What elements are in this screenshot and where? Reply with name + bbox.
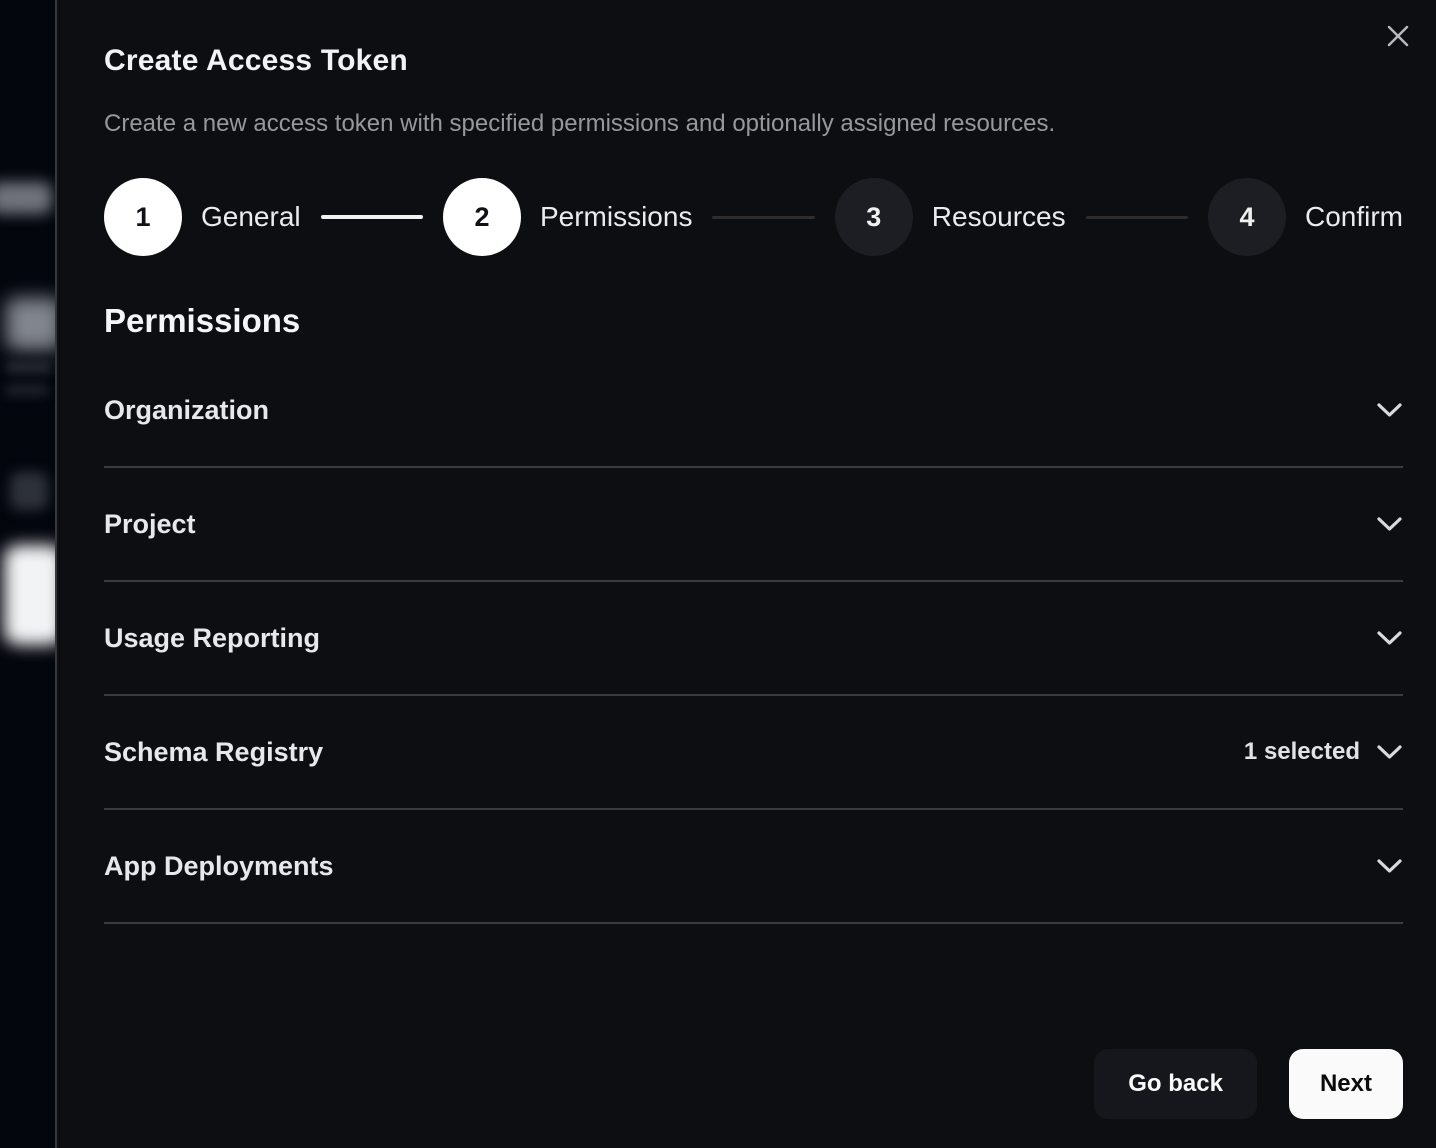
chevron-down-icon — [1376, 402, 1403, 419]
background-blur-shape — [6, 298, 62, 350]
permissions-heading: Permissions — [104, 302, 1403, 340]
dialog-subtitle: Create a new access token with specified… — [104, 110, 1403, 138]
permission-section-project[interactable]: Project — [104, 468, 1403, 582]
selected-count-badge: 1 selected — [1244, 738, 1360, 766]
step-label: Resources — [932, 201, 1066, 233]
stepper-step-confirm: 4 Confirm — [1208, 178, 1403, 256]
stepper-step-resources: 3 Resources — [835, 178, 1066, 256]
chevron-down-icon — [1376, 858, 1403, 875]
step-connector — [712, 216, 814, 219]
permission-section-app-deployments[interactable]: App Deployments — [104, 810, 1403, 924]
go-back-button[interactable]: Go back — [1094, 1049, 1257, 1119]
permission-section-label: Schema Registry — [104, 737, 323, 768]
background-blur-shape — [10, 472, 48, 510]
permission-section-label: Usage Reporting — [104, 623, 320, 654]
close-button[interactable] — [1380, 18, 1416, 54]
permission-section-controls — [1376, 516, 1403, 533]
permission-section-label: Project — [104, 509, 196, 540]
permission-section-controls — [1376, 858, 1403, 875]
step-number-circle: 2 — [443, 178, 521, 256]
step-number-circle: 4 — [1208, 178, 1286, 256]
step-label: Confirm — [1305, 201, 1403, 233]
permission-section-label: App Deployments — [104, 851, 334, 882]
next-button[interactable]: Next — [1289, 1049, 1403, 1119]
step-connector — [321, 215, 423, 219]
background-blur-shape — [5, 360, 53, 374]
step-number-circle: 1 — [104, 178, 182, 256]
chevron-down-icon — [1376, 630, 1403, 647]
dialog-title: Create Access Token — [104, 44, 1403, 78]
permission-section-usage-reporting[interactable]: Usage Reporting — [104, 582, 1403, 696]
permissions-accordion: Organization Project Usage Reporting — [104, 354, 1403, 924]
step-label: General — [201, 201, 301, 233]
stepper: 1 General 2 Permissions 3 Resources 4 Co… — [104, 178, 1403, 256]
create-access-token-dialog: Create Access Token Create a new access … — [55, 0, 1436, 1148]
step-connector — [1086, 216, 1188, 219]
chevron-down-icon — [1376, 744, 1403, 761]
step-number-circle: 3 — [835, 178, 913, 256]
screen: Create Access Token Create a new access … — [0, 0, 1436, 1148]
stepper-step-permissions: 2 Permissions — [443, 178, 692, 256]
permission-section-controls — [1376, 630, 1403, 647]
permission-section-schema-registry[interactable]: Schema Registry 1 selected — [104, 696, 1403, 810]
permission-section-controls — [1376, 402, 1403, 419]
stepper-step-general: 1 General — [104, 178, 301, 256]
step-label: Permissions — [540, 201, 692, 233]
close-icon — [1384, 22, 1412, 50]
background-blur-shape — [0, 182, 52, 214]
permission-section-controls: 1 selected — [1244, 738, 1403, 766]
background-blur-shape — [5, 384, 49, 396]
chevron-down-icon — [1376, 516, 1403, 533]
permission-section-organization[interactable]: Organization — [104, 354, 1403, 468]
dialog-footer: Go back Next — [1094, 1049, 1403, 1119]
permission-section-label: Organization — [104, 395, 269, 426]
